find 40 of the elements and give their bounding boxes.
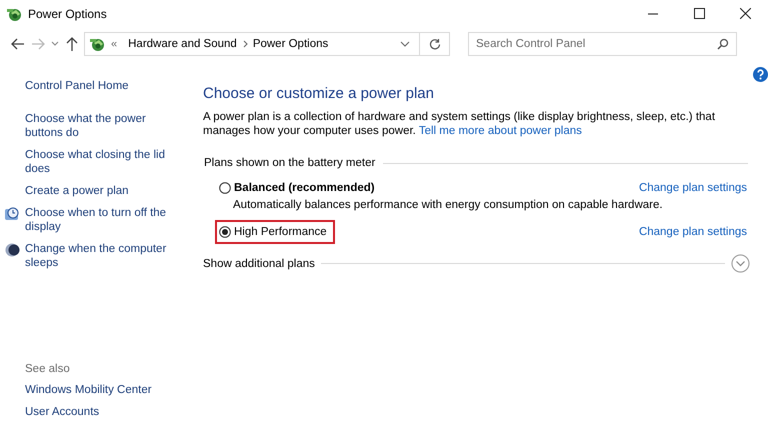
close-icon[interactable] xyxy=(740,8,750,19)
moon-icon xyxy=(4,242,20,258)
plan-description: Automatically balances performance with energy consumption on capable hardware. xyxy=(232,199,664,211)
section-title: Plans shown on the battery meter xyxy=(204,157,376,169)
breadcrumb-chevron-icon xyxy=(242,40,249,48)
page-description: A power plan is a collection of hardware and system settings (like display brightness, sleep, etc.) that manages how your computer uses power. Tell me more about power plans xyxy=(203,110,716,138)
see-also-heading: See also xyxy=(25,363,71,375)
sidebar-link[interactable]: Choose when to turn off the display xyxy=(25,206,175,234)
maximize-icon[interactable] xyxy=(694,8,704,19)
search-field[interactable]: Search Control Panel xyxy=(468,32,737,56)
plan-name[interactable]: High Performance xyxy=(234,226,327,238)
sidebar-link[interactable]: Create a power plan xyxy=(25,184,175,198)
page-heading: Choose or customize a power plan xyxy=(203,85,435,102)
radio-button[interactable] xyxy=(219,226,231,238)
sidebar-link[interactable]: Choose what closing the lid does xyxy=(25,148,175,176)
up-arrow-icon[interactable] xyxy=(66,37,78,51)
chevron-down-icon[interactable] xyxy=(51,41,59,47)
sidebar-link[interactable]: Windows Mobility Center xyxy=(25,383,196,397)
back-arrow-icon[interactable] xyxy=(11,38,25,50)
clock-icon xyxy=(4,206,20,222)
sidebar-link[interactable]: Change when the computer sleeps xyxy=(25,242,175,270)
breadcrumb-item[interactable]: Power Options xyxy=(252,38,328,50)
overflow-chevron[interactable]: « xyxy=(111,38,118,50)
radio-button[interactable] xyxy=(219,182,231,194)
show-additional-plans-label[interactable]: Show additional plans xyxy=(203,258,315,270)
control-panel-icon xyxy=(89,36,105,52)
help-link[interactable]: Tell me more about power plans xyxy=(418,125,582,137)
sidebar-link[interactable]: Control Panel Home xyxy=(25,79,175,93)
sidebar-link[interactable]: User Accounts xyxy=(25,405,196,419)
change-plan-settings-link[interactable]: Change plan settings xyxy=(638,226,747,238)
plan-name[interactable]: Balanced (recommended) xyxy=(234,182,375,194)
sidebar-link[interactable]: Choose what the power buttons do xyxy=(25,112,175,140)
window-title: Power Options xyxy=(28,6,107,20)
help-icon[interactable] xyxy=(753,67,768,82)
search-icon xyxy=(717,38,729,50)
breadcrumb-item[interactable]: Hardware and Sound xyxy=(128,38,237,50)
refresh-icon[interactable] xyxy=(428,38,440,50)
expand-icon[interactable] xyxy=(731,254,750,273)
address-bar[interactable]: « Hardware and Sound Power Options xyxy=(84,32,450,56)
change-plan-settings-link[interactable]: Change plan settings xyxy=(638,182,747,194)
